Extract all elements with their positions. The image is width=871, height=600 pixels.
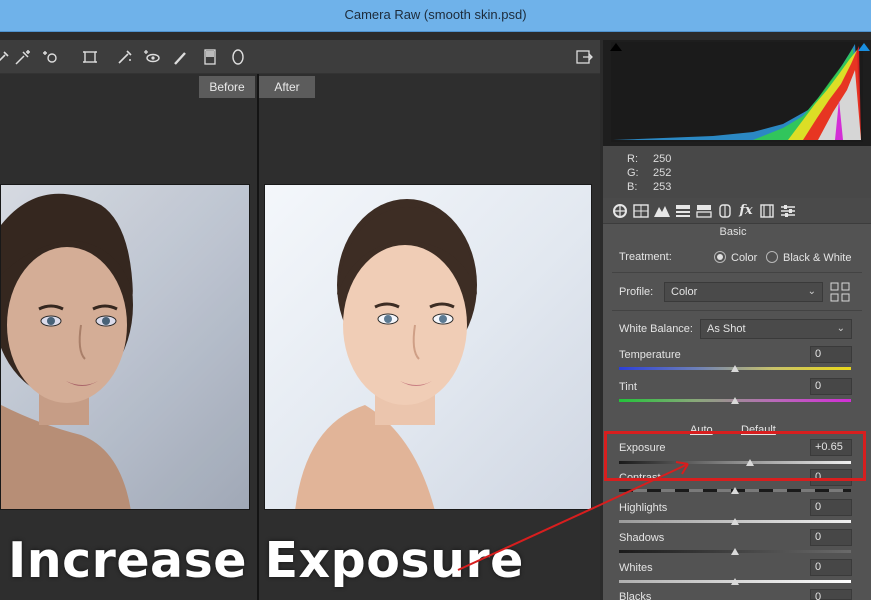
tint-slider-thumb[interactable] — [731, 397, 739, 404]
r-value: 250 — [653, 153, 672, 165]
spot-removal-icon[interactable] — [42, 48, 60, 66]
g-label: G: — [627, 167, 639, 179]
divider — [612, 310, 862, 311]
temperature-slider-thumb[interactable] — [731, 365, 739, 372]
radial-filter-icon[interactable] — [229, 48, 247, 66]
treatment-label: Treatment: — [619, 251, 672, 263]
chevron-down-icon: ⌄ — [836, 323, 845, 334]
shadows-slider-thumb[interactable] — [731, 548, 739, 555]
graduated-filter-icon[interactable] — [201, 48, 219, 66]
exposure-highlight-box — [604, 431, 866, 481]
blacks-field[interactable]: 0 — [810, 589, 852, 600]
b-label: B: — [627, 181, 638, 193]
g-value: 252 — [653, 167, 672, 179]
treatment-bw-label: Black & White — [783, 252, 852, 264]
blacks-label: Blacks — [619, 591, 652, 600]
shadows-label: Shadows — [619, 532, 665, 544]
after-button[interactable]: After — [259, 76, 315, 98]
rgb-readout: R: 250 G: 252 B: 253 — [603, 146, 871, 198]
divider — [612, 272, 862, 273]
highlight-clip-icon[interactable] — [858, 43, 870, 51]
panel-tabs: fx — [603, 198, 871, 224]
brush-icon[interactable] — [172, 48, 190, 66]
highlights-slider-thumb[interactable] — [731, 518, 739, 525]
shadow-clip-icon[interactable] — [610, 43, 622, 51]
temperature-label: Temperature — [619, 349, 681, 361]
effects-tab-icon[interactable]: fx — [737, 202, 755, 220]
presets-tab-icon[interactable] — [779, 202, 797, 220]
adjustment-brush-icon[interactable] — [116, 48, 134, 66]
white-balance-select[interactable]: As Shot ⌄ — [700, 319, 852, 339]
profile-value: Color — [671, 286, 698, 298]
white-balance-value: As Shot — [707, 323, 746, 335]
shadows-field[interactable]: 0 — [810, 529, 852, 546]
tool-bar — [0, 40, 600, 74]
treatment-color-radio[interactable] — [714, 251, 726, 263]
temperature-field[interactable]: 0 — [810, 346, 852, 363]
chevron-down-icon: ⌄ — [807, 286, 816, 297]
highlights-field[interactable]: 0 — [810, 499, 852, 516]
lens-corrections-tab-icon[interactable] — [716, 202, 734, 220]
tint-field[interactable]: 0 — [810, 378, 852, 395]
highlights-label: Highlights — [619, 502, 668, 514]
profile-label: Profile: — [619, 286, 654, 298]
straighten-icon[interactable] — [81, 48, 99, 66]
histogram — [603, 40, 871, 146]
window-title: Camera Raw (smooth skin.psd) — [344, 7, 527, 22]
profile-select[interactable]: Color ⌄ — [664, 282, 823, 302]
instruction-caption: Increase Exposure — [8, 532, 524, 589]
split-toning-tab-icon[interactable] — [695, 202, 713, 220]
before-photo — [0, 184, 250, 510]
color-sampler-icon[interactable] — [0, 48, 12, 66]
before-button[interactable]: Before — [199, 76, 255, 98]
detail-tab-icon[interactable] — [653, 202, 671, 220]
targeted-adjust-icon[interactable] — [14, 48, 32, 66]
panel-section-title: Basic — [719, 226, 747, 238]
camera-calibration-tab-icon[interactable] — [758, 202, 776, 220]
treatment-bw-radio[interactable] — [766, 251, 778, 263]
b-value: 253 — [653, 181, 672, 193]
whites-label: Whites — [619, 562, 653, 574]
title-bar: Camera Raw (smooth skin.psd) — [0, 0, 871, 32]
tint-label: Tint — [619, 381, 637, 393]
after-photo — [264, 184, 592, 510]
profile-browser-icon[interactable] — [830, 282, 850, 302]
export-icon[interactable] — [575, 48, 593, 66]
hsl-tab-icon[interactable] — [674, 202, 692, 220]
treatment-color-label: Color — [731, 252, 758, 264]
contrast-slider-thumb[interactable] — [731, 487, 739, 494]
before-after-divider[interactable] — [257, 74, 259, 600]
red-eye-icon[interactable] — [143, 48, 161, 66]
white-balance-label: White Balance: — [619, 323, 693, 335]
r-label: R: — [627, 153, 638, 165]
basic-tab-icon[interactable] — [611, 202, 629, 220]
whites-field[interactable]: 0 — [810, 559, 852, 576]
whites-slider-thumb[interactable] — [731, 578, 739, 585]
tone-curve-tab-icon[interactable] — [632, 202, 650, 220]
